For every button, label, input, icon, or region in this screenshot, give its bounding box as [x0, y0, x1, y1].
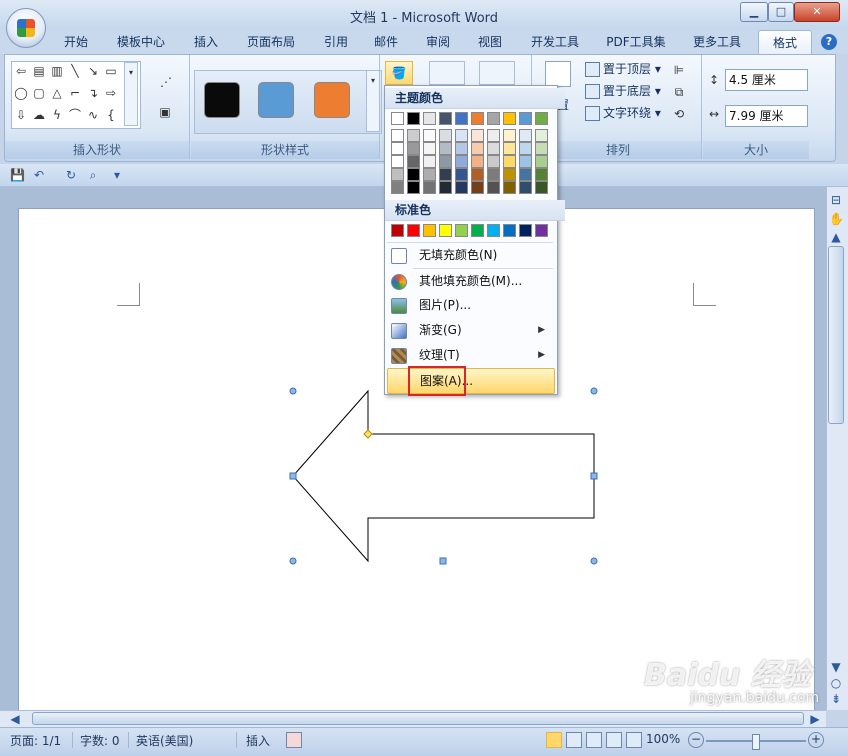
theme-color-swatch[interactable]	[519, 112, 532, 125]
gradient-submenu-arrow-icon: ▶	[538, 325, 545, 335]
theme-color-swatch[interactable]	[439, 155, 452, 168]
menu-item-picture[interactable]: 图片(P)...	[387, 293, 553, 317]
theme-color-swatch[interactable]	[423, 155, 436, 168]
theme-color-swatch[interactable]	[407, 129, 420, 142]
theme-color-swatch[interactable]	[439, 181, 452, 194]
theme-color-swatch[interactable]	[535, 168, 548, 181]
standard-color-swatch[interactable]	[519, 224, 532, 237]
theme-color-swatch[interactable]	[407, 181, 420, 194]
standard-color-swatch[interactable]	[471, 224, 484, 237]
theme-color-swatch[interactable]	[519, 168, 532, 181]
menu-item-more-colors[interactable]: 其他填充颜色(M)...	[387, 269, 553, 293]
gradient-icon	[391, 323, 407, 339]
theme-color-swatch[interactable]	[407, 112, 420, 125]
theme-color-swatch[interactable]	[487, 129, 500, 142]
theme-color-swatch[interactable]	[455, 181, 468, 194]
theme-color-swatch[interactable]	[407, 168, 420, 181]
theme-color-swatch[interactable]	[455, 112, 468, 125]
theme-color-swatch[interactable]	[471, 181, 484, 194]
standard-color-row	[389, 224, 553, 238]
theme-color-swatch[interactable]	[503, 155, 516, 168]
theme-color-swatch[interactable]	[423, 181, 436, 194]
theme-color-swatch[interactable]	[439, 142, 452, 155]
theme-color-swatch[interactable]	[487, 142, 500, 155]
left-arrow-shape[interactable]	[292, 389, 595, 563]
theme-color-swatch[interactable]	[471, 112, 484, 125]
theme-color-swatch[interactable]	[535, 112, 548, 125]
texture-icon	[391, 348, 407, 364]
theme-color-swatch[interactable]	[439, 112, 452, 125]
theme-color-swatch[interactable]	[503, 129, 516, 142]
theme-color-swatch[interactable]	[487, 112, 500, 125]
no-fill-icon	[391, 248, 407, 264]
standard-color-swatch[interactable]	[407, 224, 420, 237]
theme-color-swatch[interactable]	[535, 129, 548, 142]
standard-color-swatch[interactable]	[503, 224, 516, 237]
standard-color-swatch[interactable]	[439, 224, 452, 237]
standard-color-swatch[interactable]	[535, 224, 548, 237]
theme-color-swatch[interactable]	[471, 129, 484, 142]
standard-color-swatch[interactable]	[487, 224, 500, 237]
menu-item-texture[interactable]: 纹理(T) ▶	[387, 343, 553, 367]
theme-color-swatch[interactable]	[423, 168, 436, 181]
theme-color-swatch[interactable]	[391, 155, 404, 168]
theme-color-grid	[389, 112, 553, 196]
theme-color-swatch[interactable]	[455, 155, 468, 168]
theme-color-swatch[interactable]	[407, 142, 420, 155]
theme-color-swatch[interactable]	[535, 181, 548, 194]
standard-colors-heading: 标准色	[385, 200, 565, 221]
palette-icon	[391, 274, 407, 290]
theme-color-swatch[interactable]	[535, 155, 548, 168]
resize-handle-top-left[interactable]	[289, 387, 297, 395]
theme-color-swatch[interactable]	[487, 181, 500, 194]
theme-color-swatch[interactable]	[503, 142, 516, 155]
resize-handle-bottom-left[interactable]	[289, 557, 297, 565]
theme-color-swatch[interactable]	[423, 142, 436, 155]
theme-color-swatch[interactable]	[423, 112, 436, 125]
theme-color-swatch[interactable]	[471, 155, 484, 168]
watermark-url: jingyan.baidu.com	[690, 690, 820, 706]
theme-colors-heading: 主题颜色	[385, 88, 565, 109]
pattern-highlight-box	[408, 366, 466, 396]
theme-color-swatch[interactable]	[423, 129, 436, 142]
theme-color-swatch[interactable]	[455, 168, 468, 181]
theme-color-swatch[interactable]	[503, 168, 516, 181]
theme-color-swatch[interactable]	[535, 142, 548, 155]
theme-color-swatch[interactable]	[471, 142, 484, 155]
theme-color-swatch[interactable]	[487, 155, 500, 168]
resize-handle-bottom-right[interactable]	[590, 557, 598, 565]
theme-color-swatch[interactable]	[407, 155, 420, 168]
resize-handle-top-right[interactable]	[590, 387, 598, 395]
standard-color-swatch[interactable]	[455, 224, 468, 237]
theme-color-swatch[interactable]	[471, 168, 484, 181]
theme-color-swatch[interactable]	[503, 112, 516, 125]
theme-color-swatch[interactable]	[455, 142, 468, 155]
theme-color-swatch[interactable]	[487, 168, 500, 181]
theme-color-swatch[interactable]	[519, 129, 532, 142]
theme-color-swatch[interactable]	[391, 181, 404, 194]
theme-color-swatch[interactable]	[391, 129, 404, 142]
resize-handle-bottom[interactable]	[439, 557, 447, 565]
theme-color-swatch[interactable]	[455, 129, 468, 142]
menu-item-no-fill[interactable]: 无填充颜色(N)	[387, 243, 553, 267]
menu-item-gradient[interactable]: 渐变(G) ▶	[387, 318, 553, 342]
picture-icon	[391, 298, 407, 314]
theme-color-swatch[interactable]	[503, 181, 516, 194]
resize-handle-right[interactable]	[590, 472, 598, 480]
theme-color-swatch[interactable]	[519, 142, 532, 155]
theme-color-swatch[interactable]	[439, 129, 452, 142]
theme-color-swatch[interactable]	[519, 181, 532, 194]
theme-color-swatch[interactable]	[391, 168, 404, 181]
standard-color-swatch[interactable]	[423, 224, 436, 237]
texture-submenu-arrow-icon: ▶	[538, 350, 545, 360]
resize-handle-left[interactable]	[289, 472, 297, 480]
theme-color-swatch[interactable]	[519, 155, 532, 168]
baidu-watermark: Baidu 经验	[644, 658, 811, 693]
standard-color-swatch[interactable]	[391, 224, 404, 237]
shape-fill-menu: 主题颜色 标准色 无填充颜色(N) 其他填充颜色(M)... 图片(P)... …	[384, 85, 565, 395]
theme-color-swatch[interactable]	[439, 168, 452, 181]
theme-color-swatch[interactable]	[391, 112, 404, 125]
theme-color-swatch[interactable]	[391, 142, 404, 155]
